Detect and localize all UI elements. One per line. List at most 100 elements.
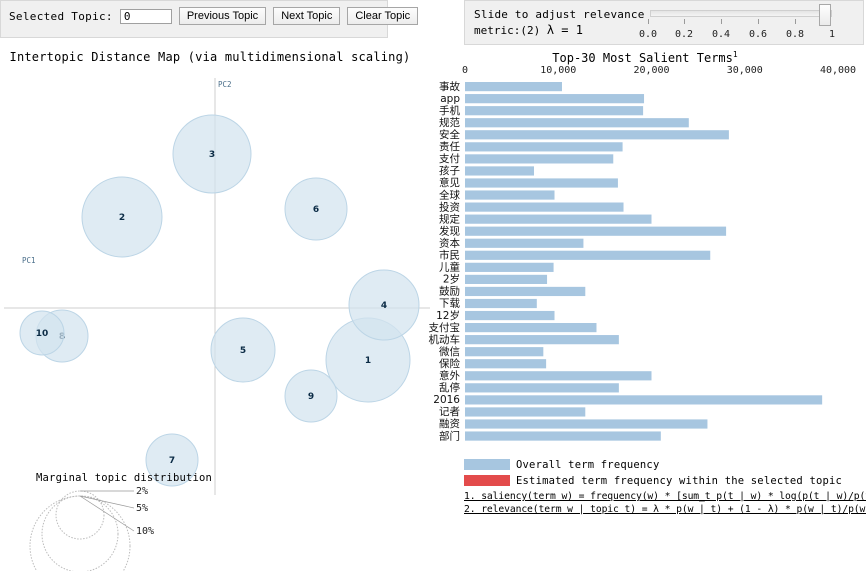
- bar-row[interactable]: 鼓励: [439, 285, 586, 298]
- term-label[interactable]: 鼓励: [439, 285, 460, 298]
- term-label[interactable]: 安全: [439, 128, 460, 141]
- previous-topic-button[interactable]: Previous Topic: [178, 7, 267, 25]
- term-label[interactable]: 融资: [439, 418, 460, 430]
- bar-row[interactable]: 意见: [439, 176, 618, 189]
- term-frequency-bar[interactable]: [465, 94, 645, 104]
- term-frequency-bar[interactable]: [465, 82, 562, 92]
- bar-row[interactable]: 手机: [439, 104, 644, 117]
- bar-row[interactable]: 发现: [439, 224, 727, 237]
- selected-topic-input[interactable]: [119, 8, 172, 24]
- bar-row[interactable]: 记者: [439, 406, 586, 418]
- bar-row[interactable]: 资本: [439, 236, 584, 249]
- term-frequency-bar[interactable]: [465, 395, 823, 405]
- term-label[interactable]: 发现: [439, 224, 460, 237]
- term-frequency-bar[interactable]: [465, 359, 547, 369]
- term-label[interactable]: 规范: [439, 116, 460, 129]
- term-frequency-bar[interactable]: [465, 202, 624, 212]
- bar-row[interactable]: 孩子: [439, 164, 535, 177]
- bar-row[interactable]: 融资: [439, 418, 708, 430]
- term-label[interactable]: 资本: [439, 236, 460, 249]
- term-label[interactable]: 投资: [439, 200, 460, 213]
- term-frequency-bar[interactable]: [465, 371, 652, 381]
- term-frequency-bar[interactable]: [465, 226, 727, 236]
- term-label[interactable]: 意外: [439, 369, 460, 382]
- relevance-slider-track[interactable]: [650, 10, 832, 17]
- bar-row[interactable]: 责任: [439, 140, 623, 153]
- term-frequency-bar[interactable]: [465, 407, 586, 417]
- bar-row[interactable]: 机动车: [429, 333, 619, 346]
- term-frequency-bar[interactable]: [465, 214, 652, 224]
- bar-row[interactable]: 支付宝: [429, 321, 597, 334]
- term-label[interactable]: 规定: [439, 212, 460, 225]
- term-label[interactable]: 支付: [439, 152, 460, 165]
- barchart-svg[interactable]: 0 10,000 20,000 30,000 40,000 事故app手机规范安全责任支付…: [424, 45, 866, 485]
- bar-row[interactable]: 市民: [439, 249, 711, 262]
- term-label[interactable]: 事故: [439, 80, 460, 93]
- bar-row[interactable]: 保险: [439, 357, 547, 370]
- term-frequency-bar[interactable]: [465, 118, 689, 128]
- term-frequency-bar[interactable]: [465, 130, 729, 140]
- bar-row[interactable]: 支付: [439, 152, 614, 165]
- topic-bubble-4[interactable]: 4: [348, 269, 420, 341]
- bar-row[interactable]: 乱停: [439, 381, 619, 394]
- topic-bubble-10[interactable]: 10: [19, 310, 65, 356]
- term-label[interactable]: 12岁: [436, 309, 460, 322]
- term-label[interactable]: 乱停: [439, 381, 460, 394]
- term-frequency-bar[interactable]: [465, 310, 555, 321]
- term-frequency-bar[interactable]: [465, 178, 618, 188]
- bar-row[interactable]: 12岁: [436, 309, 555, 322]
- topic-bubble-6[interactable]: 6: [284, 177, 348, 241]
- term-label[interactable]: 全球: [439, 188, 460, 201]
- term-label[interactable]: 下载: [439, 298, 460, 310]
- term-label[interactable]: 记者: [439, 406, 460, 418]
- bar-row[interactable]: 安全: [439, 128, 729, 141]
- term-label[interactable]: 机动车: [429, 333, 461, 346]
- term-frequency-bar[interactable]: [465, 274, 548, 284]
- term-frequency-bar[interactable]: [465, 298, 537, 309]
- bar-row[interactable]: 儿童: [439, 261, 554, 274]
- bar-row[interactable]: 下载: [439, 298, 537, 310]
- term-label[interactable]: 手机: [439, 104, 460, 117]
- term-label[interactable]: app: [440, 93, 460, 105]
- term-frequency-bar[interactable]: [465, 166, 535, 176]
- term-label[interactable]: 市民: [439, 249, 460, 262]
- bar-row[interactable]: 意外: [439, 369, 652, 382]
- term-label[interactable]: 2016: [433, 394, 460, 406]
- term-label[interactable]: 儿童: [439, 261, 460, 274]
- term-frequency-bar[interactable]: [465, 190, 555, 200]
- term-label[interactable]: 微信: [439, 345, 460, 358]
- term-frequency-bar[interactable]: [465, 323, 597, 333]
- term-frequency-bar[interactable]: [465, 286, 586, 297]
- term-label[interactable]: 2岁: [443, 273, 460, 286]
- term-frequency-bar[interactable]: [465, 106, 644, 116]
- term-label[interactable]: 支付宝: [429, 321, 461, 334]
- bar-row[interactable]: 规范: [439, 116, 689, 129]
- term-label[interactable]: 部门: [439, 429, 460, 442]
- term-frequency-bar[interactable]: [465, 250, 711, 260]
- topic-bubble-2[interactable]: 2: [81, 176, 163, 258]
- term-label[interactable]: 保险: [439, 357, 460, 370]
- bar-row[interactable]: 微信: [439, 345, 544, 358]
- clear-topic-button[interactable]: Clear Topic: [347, 7, 419, 25]
- term-label[interactable]: 意见: [439, 176, 460, 189]
- term-frequency-bar[interactable]: [465, 154, 614, 164]
- intertopic-map-svg[interactable]: PC1PC212345678910: [0, 40, 440, 531]
- term-frequency-bar[interactable]: [465, 347, 544, 357]
- term-frequency-bar[interactable]: [465, 238, 584, 248]
- term-frequency-bar[interactable]: [465, 383, 619, 393]
- term-frequency-bar[interactable]: [465, 335, 619, 345]
- bar-row[interactable]: 2岁: [443, 273, 548, 286]
- topic-bubble-9[interactable]: 9: [284, 369, 338, 423]
- term-frequency-bar[interactable]: [465, 419, 708, 429]
- term-frequency-bar[interactable]: [465, 262, 554, 272]
- topic-bubble-3[interactable]: 3: [172, 114, 252, 194]
- topic-bubble-5[interactable]: 5: [210, 317, 276, 383]
- bar-row[interactable]: 投资: [439, 200, 624, 213]
- bar-row[interactable]: 全球: [439, 188, 555, 201]
- term-frequency-bar[interactable]: [465, 431, 661, 441]
- bar-row[interactable]: 2016: [433, 394, 823, 406]
- term-label[interactable]: 孩子: [439, 164, 460, 177]
- bar-row[interactable]: 部门: [439, 429, 661, 442]
- term-frequency-bar[interactable]: [465, 142, 623, 152]
- term-label[interactable]: 责任: [439, 140, 460, 153]
